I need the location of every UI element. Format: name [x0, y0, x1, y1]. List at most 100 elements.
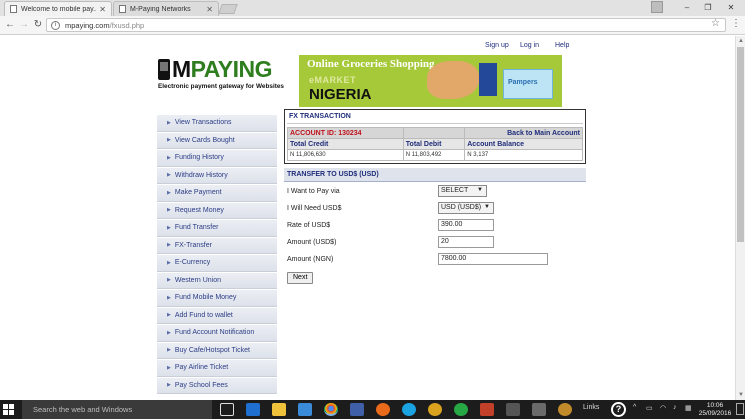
address-bar[interactable]: i mpaying.com/fxusd.php — [46, 18, 726, 32]
app-icon[interactable] — [350, 403, 364, 416]
browser-tab-inactive[interactable]: M-Paying Networks ✕ — [113, 1, 219, 16]
amount-usd-row: Amount (USD$) 20 — [284, 235, 586, 252]
arrow-right-icon: ▶ — [167, 189, 171, 196]
amount-ngn-input[interactable]: 7800.00 — [438, 253, 548, 265]
rate-row: Rate of USD$ 390.00 — [284, 218, 586, 235]
app-icon[interactable] — [480, 403, 494, 416]
close-tab-icon[interactable]: ✕ — [206, 5, 213, 14]
arrow-right-icon: ▶ — [167, 364, 171, 371]
pay-via-select[interactable]: SELECT ▼ — [438, 185, 487, 197]
skype-icon[interactable] — [402, 403, 416, 416]
back-to-main-account-link[interactable]: Back to Main Account — [464, 127, 583, 139]
need-usd-select[interactable]: USD (USD$) ▼ — [438, 202, 494, 214]
browser-menu-icon[interactable]: ⋮ — [731, 19, 741, 29]
network-icon[interactable]: ◠ — [660, 404, 666, 412]
task-view-icon[interactable] — [220, 403, 234, 416]
chevron-down-icon: ▼ — [484, 204, 490, 210]
arrow-right-icon: ▶ — [167, 154, 171, 161]
diaper-pack-image: Pampers — [503, 69, 553, 99]
arrow-right-icon: ▶ — [167, 137, 171, 144]
keyboard-icon[interactable]: ▦ — [685, 404, 692, 412]
sidebar-item-fund-mobile-money[interactable]: ▶ Fund Mobile Money — [157, 289, 277, 307]
new-tab-button[interactable] — [218, 4, 238, 14]
reload-icon[interactable]: ↻ — [32, 19, 44, 31]
sidebar-item-withdraw-history[interactable]: ▶ Withdraw History — [157, 166, 277, 184]
app-icon[interactable] — [454, 403, 468, 416]
sidebar-item-pay-school-fees[interactable]: ▶ Pay School Fees — [157, 376, 277, 394]
scroll-up-icon[interactable]: ▲ — [737, 37, 745, 45]
sidebar-item-pay-airline-ticket[interactable]: ▶ Pay Airline Ticket — [157, 359, 277, 377]
app-icon[interactable] — [558, 403, 572, 416]
rate-input[interactable]: 390.00 — [438, 219, 494, 231]
tab-title: Welcome to mobile pay... — [21, 5, 97, 13]
arrow-right-icon: ▶ — [167, 259, 171, 266]
bookmark-star-icon[interactable]: ☆ — [711, 18, 720, 29]
arrow-right-icon: ▶ — [167, 242, 171, 249]
help-question-icon[interactable]: ? — [611, 402, 626, 417]
taskbar-search-box[interactable]: Search the web and Windows — [22, 400, 212, 419]
tab-title: M-Paying Networks — [130, 5, 191, 13]
notifications-icon[interactable] — [736, 403, 744, 415]
chrome-icon[interactable] — [324, 403, 338, 416]
sidebar-item-fx-transfer[interactable]: ▶ FX-Transfer — [157, 236, 277, 254]
ad-banner[interactable]: Online Groceries Shopping eMARKET NIGERI… — [299, 55, 562, 107]
sidebar-item-view-transactions[interactable]: ▶ View Transactions — [157, 114, 277, 132]
sidebar-item-add-fund-to-wallet[interactable]: ▶ Add Fund to wallet — [157, 306, 277, 324]
sidebar-item-fund-transfer[interactable]: ▶ Fund Transfer — [157, 219, 277, 237]
taskbar-clock[interactable]: 10:06 25/09/2016 — [697, 402, 733, 418]
firefox-icon[interactable] — [376, 403, 390, 416]
close-window-icon[interactable]: ✕ — [720, 1, 742, 14]
file-explorer-icon[interactable] — [272, 403, 286, 416]
browser-tab-active[interactable]: Welcome to mobile pay... ✕ — [4, 1, 112, 16]
links-toolbar[interactable]: Links — [583, 404, 599, 411]
sidebar-menu: ▶ View Transactions ▶ View Cards Bought ▶ F… — [157, 114, 277, 394]
app-icon[interactable] — [428, 403, 442, 416]
help-link[interactable]: Help — [555, 42, 569, 49]
user-profile-icon[interactable] — [651, 1, 663, 13]
page-scrollbar[interactable]: ▲ ▼ — [735, 36, 745, 400]
arrow-right-icon: ▶ — [167, 172, 171, 179]
battery-icon[interactable]: ▭ — [646, 404, 653, 412]
store-icon[interactable] — [298, 403, 312, 416]
maximize-icon[interactable]: ❐ — [697, 1, 719, 14]
signup-link[interactable]: Sign up — [485, 42, 509, 49]
browser-toolbar: ← → ↻ i mpaying.com/fxusd.php ☆ ⋮ — [0, 16, 745, 35]
photos-icon[interactable] — [532, 403, 546, 416]
amount-usd-input[interactable]: 20 — [438, 236, 494, 248]
volume-icon[interactable]: ♪ — [673, 404, 677, 411]
forward-arrow-icon[interactable]: → — [18, 19, 30, 31]
sidebar-item-view-cards-bought[interactable]: ▶ View Cards Bought — [157, 131, 277, 149]
app-icon[interactable] — [506, 403, 520, 416]
sidebar-item-fund-account-notification[interactable]: ▶ Fund Account Notification — [157, 324, 277, 342]
close-tab-icon[interactable]: ✕ — [99, 5, 106, 14]
sidebar-item-e-currency[interactable]: ▶ E-Currency — [157, 254, 277, 272]
scroll-down-icon[interactable]: ▼ — [737, 391, 745, 399]
url-host: mpaying.com — [65, 20, 110, 30]
pay-via-row: I Want to Pay via SELECT ▼ — [284, 184, 586, 201]
arrow-right-icon: ▶ — [167, 119, 171, 126]
next-button[interactable]: Next — [287, 272, 314, 284]
windows-start-icon[interactable] — [3, 404, 15, 416]
sidebar-item-western-union[interactable]: ▶ Western Union — [157, 271, 277, 289]
account-balance-label: Account Balance — [464, 138, 583, 150]
logo-tagline: Electronic payment gateway for Websites — [158, 83, 284, 90]
banner-sub: eMARKET — [309, 75, 357, 85]
total-debit-label: Total Debit — [402, 138, 466, 150]
site-logo[interactable]: MPAYING Electronic payment gateway for W… — [157, 56, 292, 96]
pay-via-label: I Want to Pay via — [287, 188, 340, 195]
edge-browser-icon[interactable] — [246, 403, 260, 416]
total-debit-value: N 11,803,492 — [402, 149, 466, 161]
account-id: ACCOUNT ID: 130234 — [287, 127, 404, 139]
logo-m: M — [172, 56, 191, 82]
site-info-icon[interactable]: i — [51, 20, 60, 30]
login-link[interactable]: Log in — [520, 42, 539, 49]
sidebar-item-make-payment[interactable]: ▶ Make Payment — [157, 184, 277, 202]
submit-row: Next — [284, 269, 586, 286]
back-arrow-icon[interactable]: ← — [4, 19, 16, 31]
sidebar-item-funding-history[interactable]: ▶ Funding History — [157, 149, 277, 167]
sidebar-item-buy-cafe-hotspot-ticket[interactable]: ▶ Buy Cafe/Hotspot Ticket — [157, 341, 277, 359]
scroll-thumb[interactable] — [737, 47, 744, 242]
tray-chevron-icon[interactable]: ^ — [633, 404, 636, 411]
sidebar-item-request-money[interactable]: ▶ Request Money — [157, 201, 277, 219]
minimize-icon[interactable]: – — [676, 1, 698, 14]
